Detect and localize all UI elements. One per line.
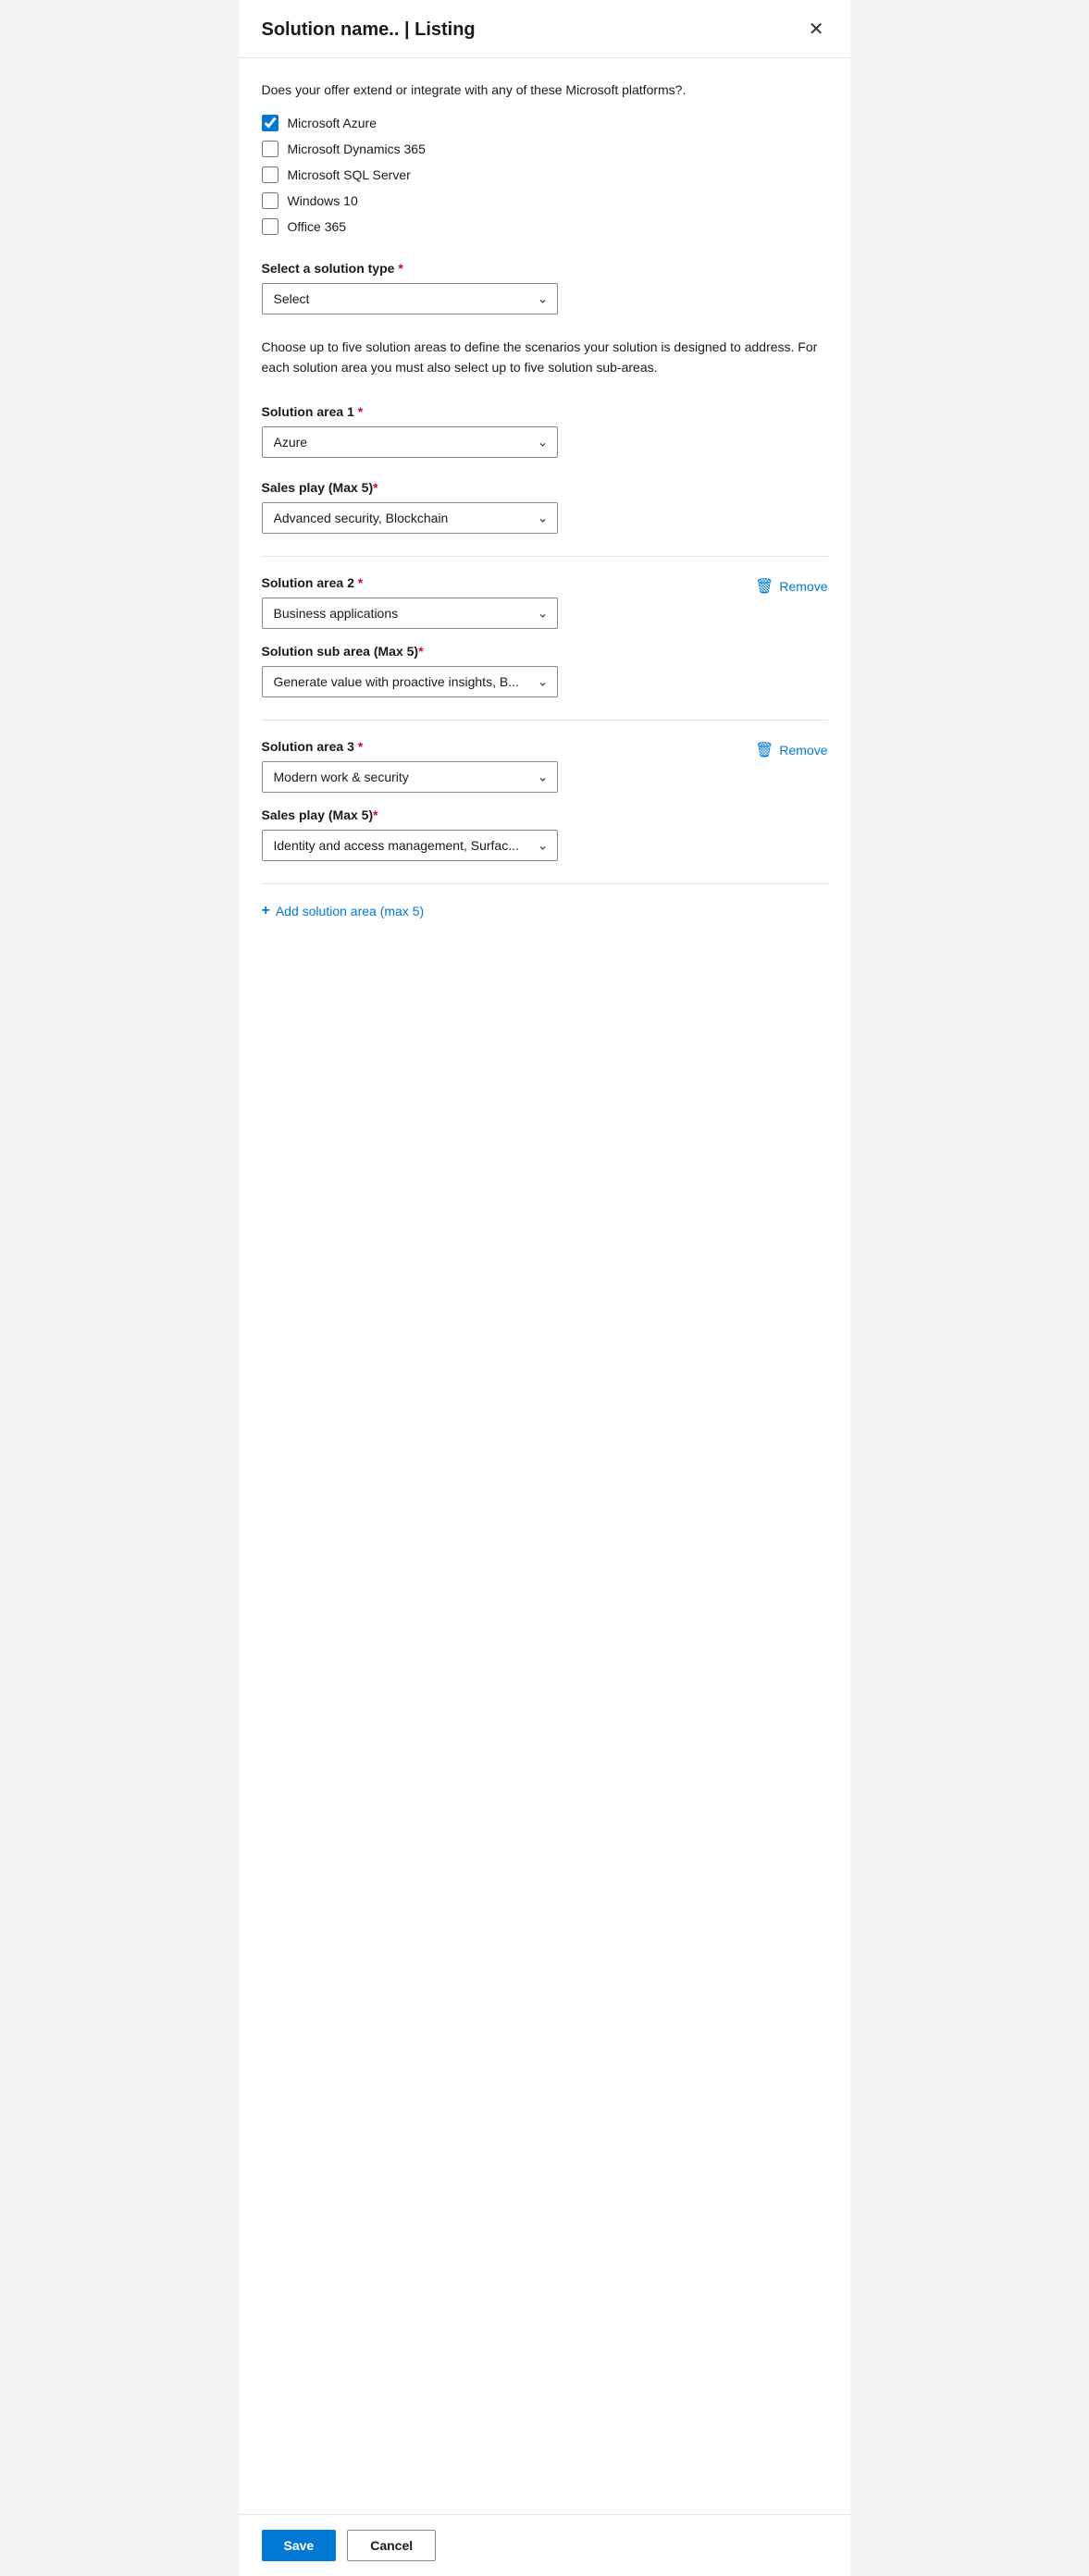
solution-area-3-required-marker: *: [358, 739, 363, 754]
checkbox-input-microsoft-sql-server[interactable]: [262, 166, 278, 183]
remove-solution-area-3-label: Remove: [779, 743, 827, 758]
checkbox-input-microsoft-dynamics-365[interactable]: [262, 141, 278, 157]
sales-play-1-required-marker: *: [373, 480, 377, 495]
panel-content: Does your offer extend or integrate with…: [240, 58, 850, 2514]
instructions-text: Choose up to five solution areas to defi…: [262, 337, 828, 378]
close-button[interactable]: ✕: [805, 17, 828, 43]
solution-type-select-wrapper: Select ⌄: [262, 283, 558, 314]
solution-area-1-label: Solution area 1 *: [262, 404, 828, 419]
solution-sub-area-2-select-wrapper: Generate value with proactive insights, …: [262, 666, 558, 697]
panel-title: Solution name.. | Listing: [262, 19, 476, 41]
panel: Solution name.. | Listing ✕ Does your of…: [240, 0, 850, 2576]
solution-area-3-section: Solution area 3 * Modern work & security…: [262, 739, 756, 793]
solution-area-3-select-wrapper: Modern work & security ⌄: [262, 761, 558, 793]
sales-play-1-section: Sales play (Max 5)* Advanced security, B…: [262, 480, 828, 534]
sales-play-3-section: Sales play (Max 5)* Identity and access …: [262, 807, 828, 861]
checkbox-label-windows-10: Windows 10: [288, 193, 358, 208]
solution-area-3-block: Solution area 3 * Modern work & security…: [262, 739, 828, 861]
solution-area-1-select[interactable]: Azure: [262, 426, 558, 458]
add-solution-area-label: Add solution area (max 5): [276, 904, 424, 918]
solution-area-1-select-wrapper: Azure ⌄: [262, 426, 558, 458]
checkbox-label-microsoft-sql-server: Microsoft SQL Server: [288, 167, 411, 182]
panel-header: Solution name.. | Listing ✕: [240, 0, 850, 58]
solution-area-1-required-marker: *: [358, 404, 363, 419]
sales-play-3-select[interactable]: Identity and access management, Surfac..…: [262, 830, 558, 861]
solution-type-section: Select a solution type * Select ⌄: [262, 261, 828, 314]
solution-area-3-select[interactable]: Modern work & security: [262, 761, 558, 793]
checkbox-microsoft-dynamics-365[interactable]: Microsoft Dynamics 365: [262, 141, 828, 157]
checkbox-label-microsoft-azure: Microsoft Azure: [288, 116, 377, 130]
cancel-button[interactable]: Cancel: [347, 2530, 436, 2561]
solution-type-select[interactable]: Select: [262, 283, 558, 314]
solution-sub-area-2-required-marker: *: [418, 644, 423, 659]
solution-area-1-section: Solution area 1 * Azure ⌄: [262, 404, 828, 458]
sales-play-3-required-marker: *: [373, 807, 377, 822]
solution-area-2-required-marker: *: [358, 575, 363, 590]
solution-area-2-block: Solution area 2 * Business applications …: [262, 575, 828, 697]
trash-icon-2: 🗑: [755, 577, 773, 596]
plus-icon: +: [262, 903, 270, 919]
divider-1: [262, 556, 828, 557]
sales-play-3-label: Sales play (Max 5)*: [262, 807, 828, 822]
panel-footer: Save Cancel: [240, 2514, 850, 2576]
divider-2: [262, 720, 828, 721]
remove-solution-area-3-button[interactable]: 🗑 Remove: [755, 741, 827, 759]
solution-area-1-block: Solution area 1 * Azure ⌄ Sales play (Ma…: [262, 404, 828, 534]
checkbox-windows-10[interactable]: Windows 10: [262, 192, 828, 209]
checkbox-office-365[interactable]: Office 365: [262, 218, 828, 235]
solution-sub-area-2-label: Solution sub area (Max 5)*: [262, 644, 828, 659]
solution-sub-area-2-section: Solution sub area (Max 5)* Generate valu…: [262, 644, 828, 697]
solution-area-2-select[interactable]: Business applications: [262, 598, 558, 629]
save-button[interactable]: Save: [262, 2530, 337, 2561]
solution-sub-area-2-select[interactable]: Generate value with proactive insights, …: [262, 666, 558, 697]
solution-area-3-label: Solution area 3 *: [262, 739, 756, 754]
add-solution-area-button[interactable]: + Add solution area (max 5): [262, 903, 425, 919]
checkbox-label-microsoft-dynamics-365: Microsoft Dynamics 365: [288, 142, 426, 156]
sales-play-3-select-wrapper: Identity and access management, Surfac..…: [262, 830, 558, 861]
platforms-question: Does your offer extend or integrate with…: [262, 80, 828, 100]
solution-area-2-section: Solution area 2 * Business applications …: [262, 575, 756, 629]
close-icon: ✕: [809, 20, 824, 39]
sales-play-1-select[interactable]: Advanced security, Blockchain: [262, 502, 558, 534]
checkbox-label-office-365: Office 365: [288, 219, 347, 234]
solution-area-2-label: Solution area 2 *: [262, 575, 756, 590]
remove-solution-area-2-button[interactable]: 🗑 Remove: [755, 577, 827, 596]
sales-play-1-select-wrapper: Advanced security, Blockchain ⌄: [262, 502, 558, 534]
sales-play-1-label: Sales play (Max 5)*: [262, 480, 828, 495]
solution-area-3-header: Solution area 3 * Modern work & security…: [262, 739, 828, 793]
solution-type-required-marker: *: [398, 261, 402, 276]
solution-area-2-header: Solution area 2 * Business applications …: [262, 575, 828, 629]
trash-icon-3: 🗑: [755, 741, 773, 759]
checkbox-input-office-365[interactable]: [262, 218, 278, 235]
divider-3: [262, 883, 828, 884]
checkbox-microsoft-azure[interactable]: Microsoft Azure: [262, 115, 828, 131]
checkbox-microsoft-sql-server[interactable]: Microsoft SQL Server: [262, 166, 828, 183]
solution-area-2-select-wrapper: Business applications ⌄: [262, 598, 558, 629]
remove-solution-area-2-label: Remove: [779, 579, 827, 594]
checkbox-input-microsoft-azure[interactable]: [262, 115, 278, 131]
solution-type-label: Select a solution type *: [262, 261, 828, 276]
platforms-checkbox-group: Microsoft Azure Microsoft Dynamics 365 M…: [262, 115, 828, 235]
checkbox-input-windows-10[interactable]: [262, 192, 278, 209]
